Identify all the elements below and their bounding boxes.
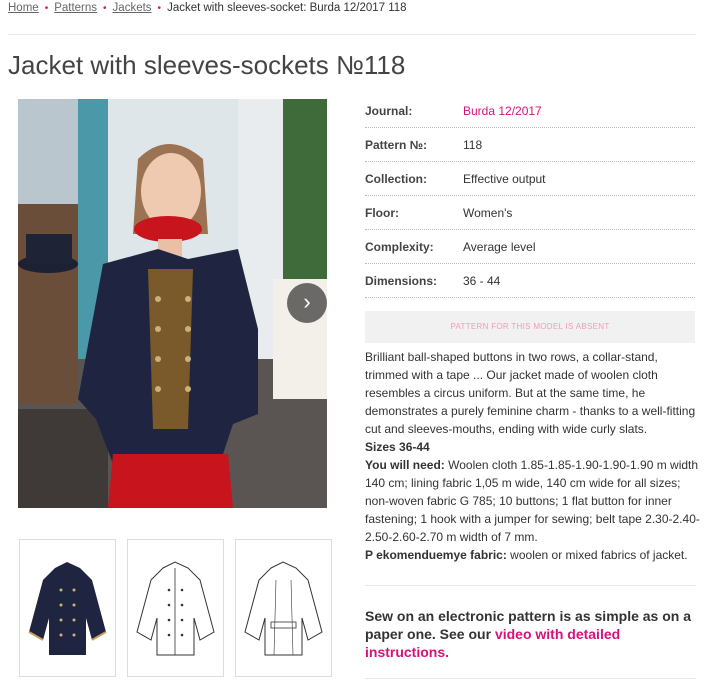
fabric-label: P ekomenduemye fabric: [365, 548, 507, 562]
detail-row-pattern-number: Pattern №: 118 [365, 128, 695, 162]
gallery-next-button[interactable]: › [287, 283, 327, 323]
journal-link[interactable]: Burda 12/2017 [463, 104, 542, 118]
main-product-photo[interactable]: › [18, 99, 327, 508]
page-title: Jacket with sleeves-sockets №118 [8, 50, 406, 80]
video-instructions-callout: Sew on an electronic pattern is as simpl… [365, 607, 705, 661]
detail-label: Collection: [365, 171, 427, 186]
divider [365, 678, 695, 679]
detail-label: Pattern №: [365, 137, 428, 152]
jacket-photo-thumbnail [28, 562, 107, 655]
detail-value: Effective output [463, 171, 546, 186]
chevron-right-icon: › [303, 289, 311, 314]
thumbnail-back-sketch[interactable] [235, 539, 332, 677]
sizes-heading: Sizes 36-44 [365, 440, 430, 454]
divider [365, 585, 695, 586]
breadcrumb-separator: • [44, 3, 49, 14]
detail-value: Average level [463, 239, 536, 254]
breadcrumb-separator: • [157, 3, 162, 14]
detail-value: Women's [463, 205, 513, 220]
detail-label: Complexity: [365, 239, 434, 254]
detail-row-journal: Journal: Burda 12/2017 [365, 94, 695, 128]
detail-value: 118 [463, 137, 483, 152]
back-technical-drawing [244, 561, 323, 656]
breadcrumb-current: Jacket with sleeves-socket: Burda 12/201… [167, 2, 407, 14]
pattern-description: Brilliant ball-shaped buttons in two row… [365, 348, 700, 564]
detail-row-complexity: Complexity: Average level [365, 230, 695, 264]
detail-label: Floor: [365, 205, 399, 220]
thumbnail-front-sketch[interactable] [127, 539, 224, 677]
breadcrumb-separator: • [103, 3, 107, 14]
breadcrumb-jackets-link[interactable]: Jackets [113, 2, 152, 14]
description-intro: Brilliant ball-shaped buttons in two row… [365, 350, 696, 436]
detail-row-dimensions: Dimensions: 36 - 44 [365, 264, 695, 298]
model-photo-illustration [18, 99, 327, 508]
pattern-absent-notice: PATTERN FOR THIS MODEL IS ABSENT [365, 311, 695, 343]
thumbnail-photo[interactable] [19, 539, 116, 677]
divider [8, 34, 696, 35]
detail-label: Journal: [365, 103, 413, 118]
detail-value: 36 - 44 [463, 273, 501, 288]
pattern-details: Journal: Burda 12/2017 Pattern №: 118 Co… [365, 94, 695, 343]
front-technical-drawing [136, 561, 215, 656]
detail-label: Dimensions: [365, 273, 438, 288]
materials-label: You will need: [365, 458, 445, 472]
breadcrumb-patterns-link[interactable]: Patterns [54, 2, 97, 14]
detail-row-collection: Collection: Effective output [365, 162, 695, 196]
detail-row-floor: Floor: Women's [365, 196, 695, 230]
callout-end: . [445, 644, 450, 660]
fabric-text: woolen or mixed fabrics of jacket. [506, 548, 688, 562]
breadcrumb-home-link[interactable]: Home [8, 2, 39, 14]
breadcrumb: Home • Patterns • Jackets • Jacket with sleeve… [8, 2, 407, 14]
